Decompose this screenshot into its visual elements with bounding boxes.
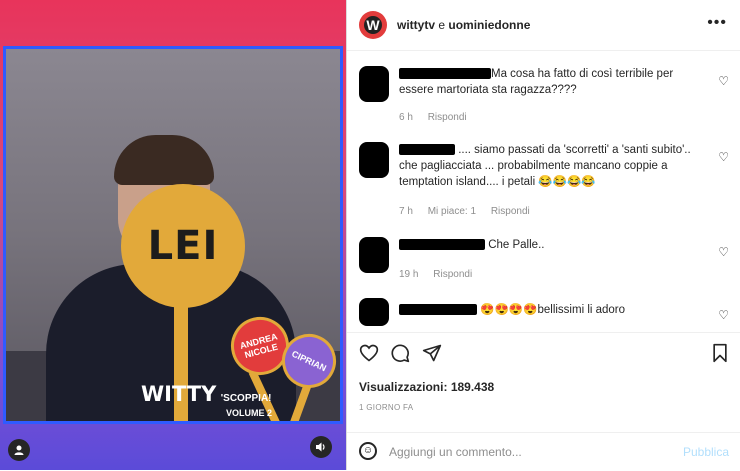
logo-letter: W	[366, 17, 380, 33]
comment-meta: 19 h Rispondi	[399, 269, 484, 280]
comment-avatar[interactable]	[359, 298, 389, 326]
video-panel: LEI ANDREA NICOLE CIPRIAN WITTY 'SCOPPIA…	[0, 0, 346, 470]
redacted-username	[399, 239, 485, 251]
wittytv-avatar[interactable]: W	[359, 11, 387, 39]
video-player[interactable]: LEI ANDREA NICOLE CIPRIAN WITTY 'SCOPPIA…	[3, 46, 343, 424]
heart-icon[interactable]: ♡	[718, 308, 729, 322]
post-authors: wittytv e uominiedonne	[397, 18, 530, 32]
heart-icon[interactable]: ♡	[718, 74, 729, 88]
comment-text: 😍😍😍😍bellissimi li adoro	[399, 302, 705, 318]
heart-icon[interactable]: ♡	[718, 245, 729, 259]
post-header: W wittytv e uominiedonne •••	[347, 0, 740, 51]
comment-avatar[interactable]	[359, 237, 389, 273]
views-count: Visualizzazioni: 189.438	[359, 380, 494, 394]
comment-time: 19 h	[399, 269, 419, 280]
comment-text: Ma cosa ha fatto di così terribile per e…	[399, 66, 705, 98]
comment-icon[interactable]	[390, 343, 410, 369]
comment-meta: 6 h Rispondi	[399, 112, 479, 123]
comment-text: .... siamo passati da 'scorretti' a 'san…	[399, 142, 705, 190]
views-label: Visualizzazioni:	[359, 380, 448, 394]
share-icon[interactable]	[422, 343, 442, 369]
publish-button[interactable]: Pubblica	[683, 445, 729, 459]
comment-icon-svg	[391, 344, 410, 363]
share-icon-svg	[422, 344, 442, 362]
comment-body: Che Palle..	[488, 239, 545, 251]
author-link[interactable]: wittytv	[397, 18, 435, 32]
more-options-icon[interactable]: •••	[707, 14, 727, 32]
paddle-lei: LEI	[121, 184, 245, 308]
witty-brand: WITTY 'SCOPPIA! VOLUME 2	[141, 382, 272, 418]
comment-text: Che Palle..	[399, 237, 705, 253]
comment-input[interactable]: Aggiungi un commento...	[389, 445, 522, 459]
brand-title: WITTY	[141, 382, 217, 406]
views-value: 189.438	[450, 380, 495, 394]
post-actions	[347, 332, 740, 377]
redacted-username	[399, 68, 491, 80]
paddle-lei-label: LEI	[147, 223, 219, 269]
comment-likes[interactable]: Mi piace: 1	[428, 206, 476, 217]
comment-avatar[interactable]	[359, 142, 389, 178]
person-icon-svg	[14, 445, 24, 455]
like-icon[interactable]	[359, 343, 379, 369]
comment-time: 7 h	[399, 206, 413, 217]
brand-volume: VOLUME 2	[226, 408, 273, 418]
paddle-handle	[174, 304, 188, 421]
like-icon-svg	[359, 344, 379, 362]
paddle-andrea-nicole-label: ANDREA NICOLE	[238, 331, 280, 361]
emoji-icon[interactable]: ☺	[359, 442, 377, 460]
reply-button[interactable]: Rispondi	[428, 112, 467, 123]
add-comment-bar: ☺ Aggiungi un commento... Pubblica	[347, 432, 740, 471]
coauthor-link[interactable]: uominiedonne	[448, 18, 530, 32]
paddle-ciprian-label: CIPRIAN	[290, 348, 328, 374]
comment-avatar[interactable]	[359, 66, 389, 102]
comment-time: 6 h	[399, 112, 413, 123]
redacted-username	[399, 304, 477, 316]
reply-button[interactable]: Rispondi	[433, 269, 472, 280]
post-sidebar: W wittytv e uominiedonne ••• Ma cosa ha …	[346, 0, 740, 470]
save-icon[interactable]	[711, 343, 729, 369]
reply-button[interactable]: Rispondi	[491, 206, 530, 217]
comment-meta: 7 h Mi piace: 1 Rispondi	[399, 206, 542, 217]
save-icon-svg	[713, 343, 727, 363]
brand-sub: 'SCOPPIA!	[220, 393, 272, 404]
author-joiner: e	[438, 18, 446, 32]
volume-icon[interactable]	[310, 436, 332, 458]
heart-icon[interactable]: ♡	[718, 150, 729, 164]
person-icon[interactable]	[8, 439, 30, 461]
comment-body: 😍😍😍😍bellissimi li adoro	[480, 304, 626, 316]
volume-icon-svg	[316, 442, 325, 452]
redacted-username	[399, 144, 455, 156]
post-date: 1 GIORNO FA	[359, 403, 414, 412]
